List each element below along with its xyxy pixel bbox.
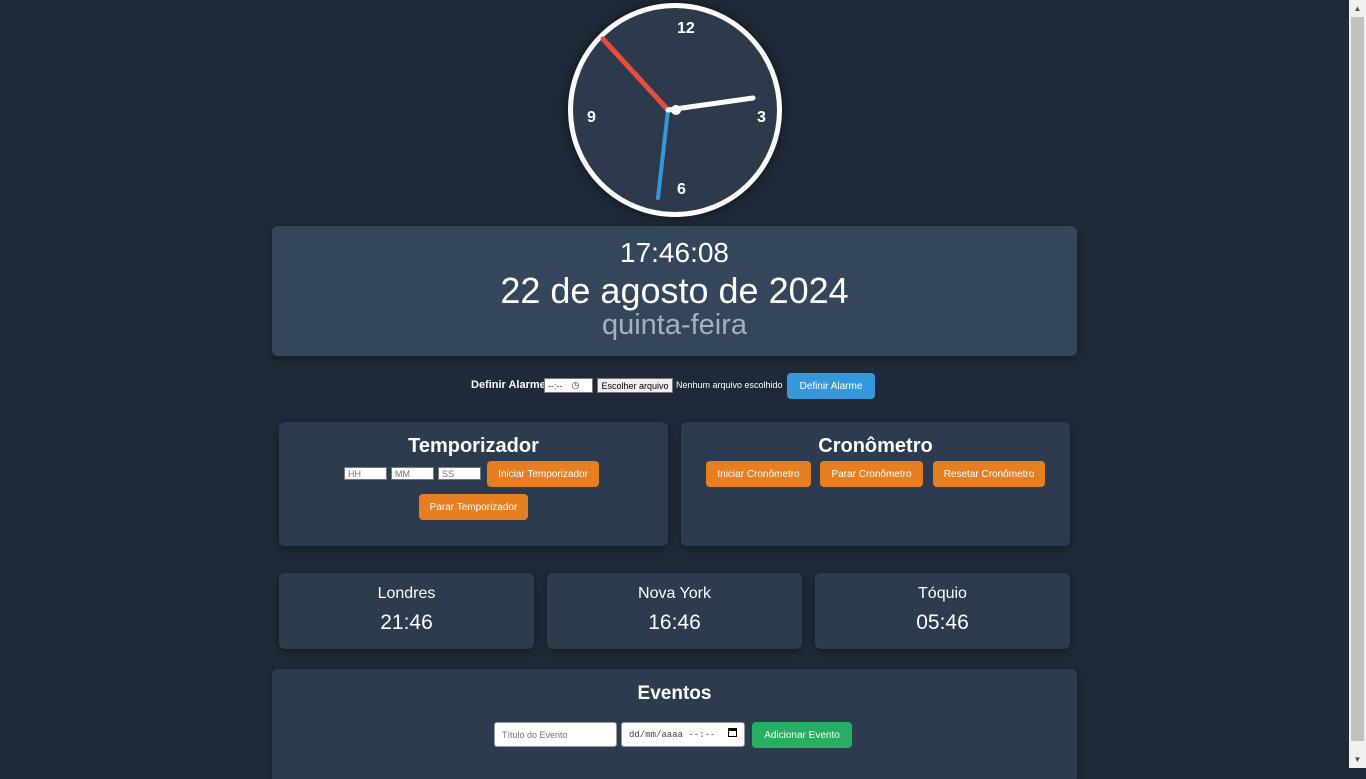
alarm-time-input[interactable]: --:-- ◷ — [544, 378, 593, 393]
event-title-input[interactable] — [494, 722, 617, 747]
city-time: 05:46 — [916, 611, 969, 634]
city-name: Londres — [377, 585, 436, 602]
stop-stopwatch-button[interactable]: Parar Cronômetro — [820, 461, 923, 487]
file-status: Nenhum arquivo escolhido — [676, 380, 783, 390]
event-datetime-input[interactable]: dd/mm/aaaa --:-- — [621, 722, 745, 747]
stopwatch-card: Cronômetro Iniciar Cronômetro Parar Cron… — [681, 422, 1070, 546]
reset-stopwatch-button[interactable]: Resetar Cronômetro — [933, 461, 1045, 487]
clock-number-9: 9 — [587, 109, 596, 126]
events-title: Eventos — [637, 683, 712, 704]
start-timer-button[interactable]: Iniciar Temporizador — [487, 461, 599, 487]
datetime-panel: 17:46:08 22 de agosto de 2024 quinta-fei… — [272, 226, 1077, 356]
clock-number-12: 12 — [677, 20, 695, 37]
hour-hand — [665, 95, 756, 113]
start-stopwatch-button[interactable]: Iniciar Cronômetro — [706, 461, 811, 487]
weekday: quinta-feira — [601, 309, 748, 341]
clock-number-6: 6 — [677, 181, 686, 198]
analog-clock: 12 3 6 9 — [568, 3, 782, 217]
clock-number-3: 3 — [757, 109, 766, 126]
alarm-label: Definir Alarme: — [471, 379, 550, 391]
world-clock-london: Londres 21:46 — [279, 573, 534, 649]
world-clock-new-york: Nova York 16:46 — [547, 573, 802, 649]
alarm-time-value: --:-- — [548, 380, 563, 391]
calendar-icon — [728, 728, 737, 737]
timer-title: Temporizador — [408, 435, 539, 457]
timer-seconds-input[interactable] — [438, 467, 481, 480]
timer-hours-input[interactable] — [344, 467, 387, 480]
timer-minutes-input[interactable] — [391, 467, 434, 480]
city-name: Tóquio — [918, 585, 967, 602]
events-panel: Eventos dd/mm/aaaa --:-- Adicionar Event… — [272, 669, 1077, 779]
current-date: 22 de agosto de 2024 — [500, 270, 849, 311]
stop-timer-button[interactable]: Parar Temporizador — [419, 494, 528, 520]
scrollbar-thumb[interactable] — [1351, 17, 1364, 741]
choose-file-button[interactable]: Escolher arquivo — [597, 378, 673, 393]
minute-hand — [656, 108, 670, 200]
stopwatch-title: Cronômetro — [818, 435, 933, 457]
timer-card: Temporizador Iniciar Temporizador Parar … — [279, 422, 668, 546]
city-time: 16:46 — [648, 611, 701, 634]
add-event-button[interactable]: Adicionar Evento — [752, 722, 852, 748]
second-hand — [600, 36, 671, 113]
city-name: Nova York — [638, 585, 711, 602]
city-time: 21:46 — [380, 611, 433, 634]
vertical-scrollbar[interactable]: ▲ ▼ — [1349, 0, 1366, 768]
scroll-up-arrow-icon[interactable]: ▲ — [1349, 0, 1366, 17]
clock-center — [671, 105, 681, 115]
scroll-down-arrow-icon[interactable]: ▼ — [1349, 751, 1366, 768]
set-alarm-button[interactable]: Definir Alarme — [787, 373, 875, 399]
clock-hands — [600, 36, 756, 200]
world-clock-tokyo: Tóquio 05:46 — [815, 573, 1070, 649]
digital-time: 17:46:08 — [620, 237, 729, 268]
clock-icon: ◷ — [571, 380, 580, 390]
event-datetime-value: dd/mm/aaaa --:-- — [629, 729, 716, 740]
alarm-row: Definir Alarme: --:-- ◷ Escolher arquivo… — [0, 373, 1349, 399]
